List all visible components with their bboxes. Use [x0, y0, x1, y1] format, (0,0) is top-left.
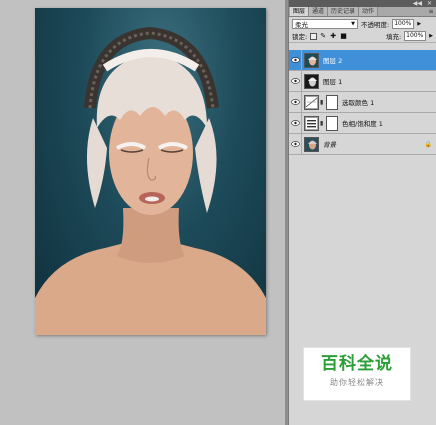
layer-row-layer-2[interactable]: 图层 2 [289, 49, 436, 71]
blend-mode-select[interactable]: 柔光 ▼ [292, 18, 358, 29]
layer-name[interactable]: 选取颜色 1 [342, 97, 374, 107]
portrait-illustration [35, 26, 266, 335]
layer-mask-thumbnail[interactable] [326, 94, 338, 110]
watermark-subtitle: 助你轻松解决 [330, 378, 384, 387]
opacity-slider-arrow-icon[interactable]: ▶ [417, 21, 421, 27]
hue-saturation-adjustment-icon [304, 115, 319, 131]
close-panel-icon[interactable]: ✕ [427, 0, 432, 7]
lock-all-icon[interactable]: ■ [340, 32, 347, 40]
layers-list: 图层 2 图层 1 ▮ 选取颜色 1 ▮ 色相/饱和度 1 背景 🔒 [289, 49, 436, 155]
layer-name[interactable]: 色相/饱和度 1 [342, 118, 383, 128]
layer-mask-thumbnail[interactable] [326, 115, 338, 131]
canvas-workspace[interactable] [0, 0, 285, 425]
document-photo[interactable] [35, 8, 266, 335]
visibility-eye-icon[interactable] [289, 70, 302, 92]
layer-name[interactable]: 图层 1 [323, 76, 342, 86]
collapse-panel-icon[interactable]: ◀◀ [413, 0, 422, 7]
layer-thumbnail [304, 73, 319, 89]
tab-history[interactable]: 历史记录 [328, 7, 360, 16]
chevron-down-icon: ▼ [351, 20, 355, 27]
visibility-eye-icon[interactable] [289, 49, 302, 71]
layer-name[interactable]: 背景 [323, 139, 336, 149]
tab-actions[interactable]: 动作 [359, 7, 379, 16]
lock-transparent-pixels-icon[interactable] [310, 32, 318, 40]
layer-row-hue-saturation[interactable]: ▮ 色相/饱和度 1 [289, 112, 436, 134]
watermark-logo: 百科全说 助你轻松解决 [303, 347, 411, 401]
visibility-eye-icon[interactable] [289, 112, 302, 134]
panel-tabs: 图层 通道 历史记录 动作 ≡ [289, 7, 436, 17]
layer-row-background[interactable]: 背景 🔒 [289, 133, 436, 155]
chain-link-icon: ▮ [320, 98, 324, 106]
lock-fill-row: 锁定: ✎ ✚ ■ 填充: 100% ▶ [289, 30, 436, 43]
lock-image-pixels-icon[interactable]: ✎ [320, 32, 327, 40]
lock-position-icon[interactable]: ✚ [330, 32, 337, 40]
layer-row-layer-1[interactable]: 图层 1 [289, 70, 436, 92]
layer-thumbnail [304, 136, 319, 152]
panel-menu-icon[interactable]: ≡ [426, 7, 436, 16]
opacity-label: 不透明度: [361, 20, 390, 29]
visibility-eye-icon[interactable] [289, 91, 302, 113]
tab-channels[interactable]: 通道 [309, 7, 329, 16]
layer-row-selective-color[interactable]: ▮ 选取颜色 1 [289, 91, 436, 113]
fill-slider-arrow-icon[interactable]: ▶ [429, 33, 433, 39]
tab-layers[interactable]: 图层 [290, 7, 310, 16]
selective-color-adjustment-icon [304, 94, 319, 110]
chain-link-icon: ▮ [320, 119, 324, 127]
layer-thumbnail [304, 52, 319, 68]
watermark-title: 百科全说 [321, 354, 393, 374]
blend-opacity-row: 柔光 ▼ 不透明度: 100% ▶ [289, 17, 436, 30]
layer-name[interactable]: 图层 2 [323, 55, 342, 65]
visibility-eye-icon[interactable] [289, 133, 302, 155]
fill-input[interactable]: 100% [404, 31, 427, 41]
blend-mode-value: 柔光 [295, 20, 308, 29]
fill-label: 填充: [385, 33, 402, 41]
opacity-input[interactable]: 100% [392, 18, 415, 29]
lock-label: 锁定: [292, 33, 308, 41]
lock-icon: 🔒 [424, 140, 432, 148]
panel-title-bar: ◀◀ ✕ [289, 0, 436, 7]
